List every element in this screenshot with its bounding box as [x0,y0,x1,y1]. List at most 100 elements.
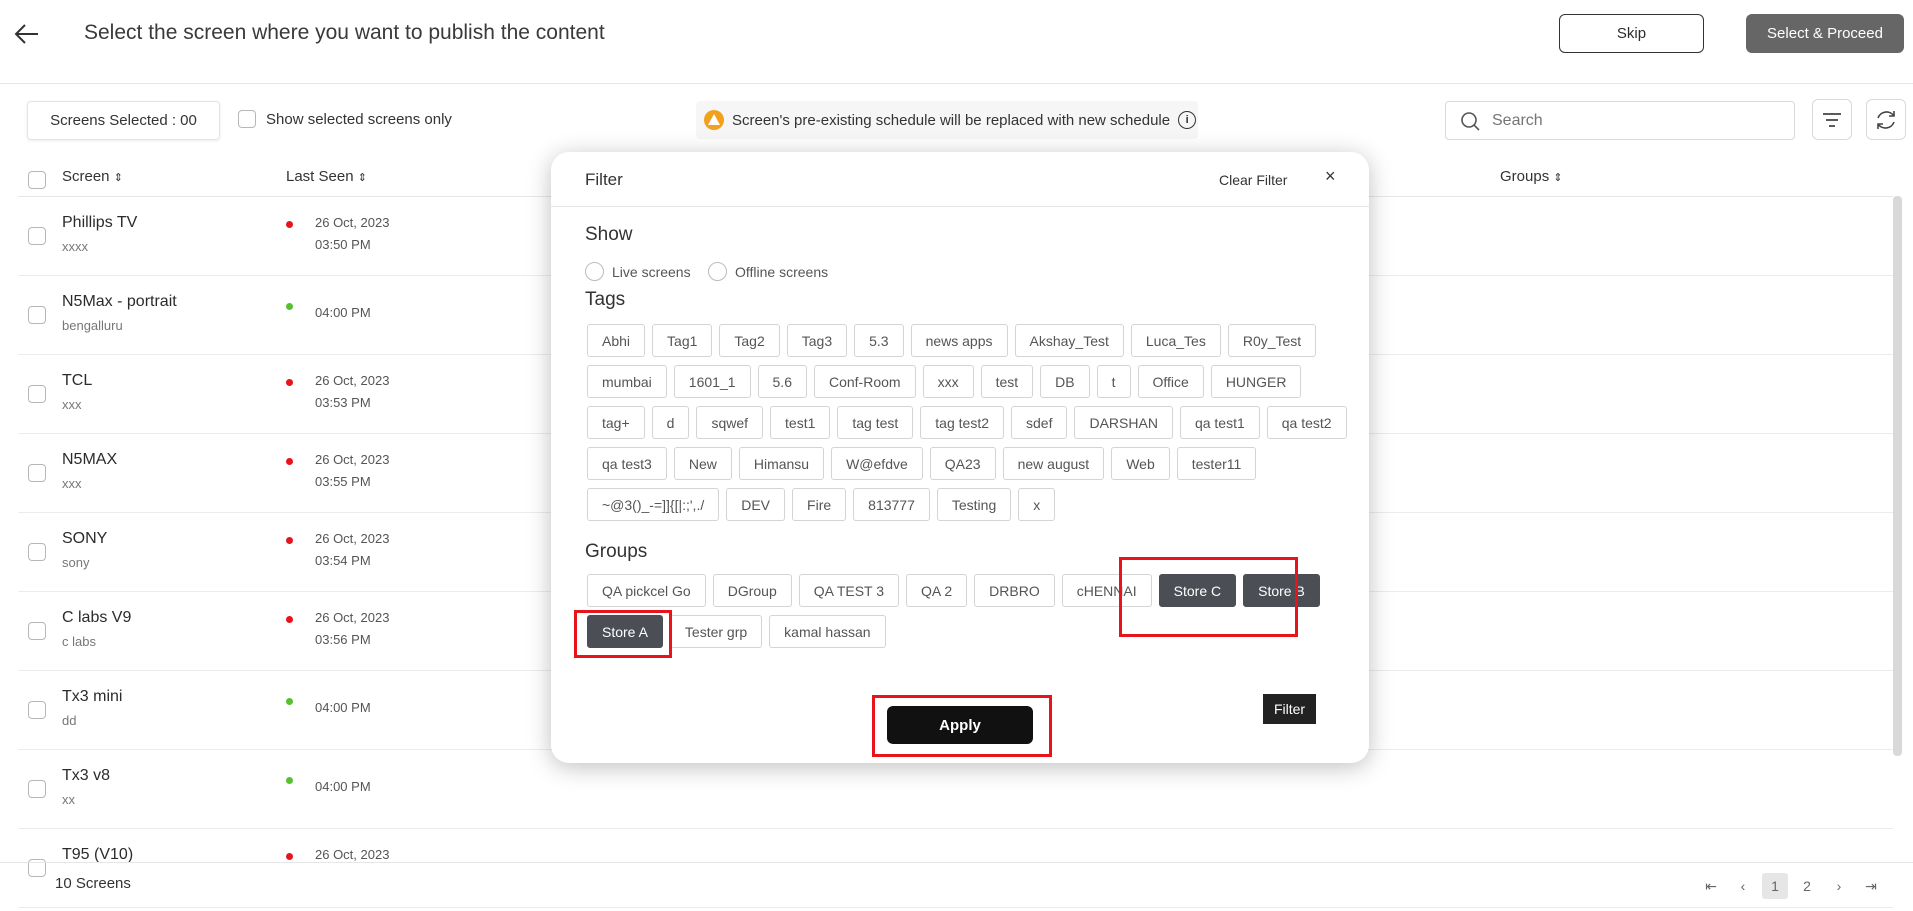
screen-name: Tx3 mini [62,688,123,705]
tag-chip[interactable]: tag test2 [920,406,1004,439]
group-chip[interactable]: DGroup [712,574,792,607]
tag-chip[interactable]: t [1096,365,1131,398]
skip-button[interactable]: Skip [1559,14,1704,53]
tag-chip[interactable]: sdef [1011,406,1068,439]
row-checkbox[interactable] [28,306,46,324]
group-chip[interactable]: Tester grp [669,615,763,648]
row-checkbox[interactable] [28,464,46,482]
tag-chip[interactable]: Tag1 [652,324,713,357]
search-input[interactable] [1492,111,1772,130]
page-1[interactable]: 1 [1762,873,1788,899]
tag-chip[interactable]: Akshay_Test [1014,324,1124,357]
tag-chip[interactable]: qa test2 [1266,406,1347,439]
tag-chip[interactable]: Conf-Room [813,365,916,398]
sort-icon: ⇕ [1553,172,1563,184]
filter-button[interactable] [1812,99,1852,140]
highlight-box-store-a [574,610,672,658]
refresh-button[interactable] [1866,99,1906,140]
filter-title: Filter [585,170,623,189]
column-screen[interactable]: Screen ⇕ [62,168,123,185]
tag-chip[interactable]: 813777 [853,488,930,521]
tag-chip[interactable]: test1 [770,406,831,439]
last-seen-time: 03:56 PM [315,632,371,647]
group-chip[interactable]: DRBRO [974,574,1055,607]
row-checkbox[interactable] [28,385,46,403]
tag-chip[interactable]: DEV [726,488,786,521]
sort-icon: ⇕ [357,172,367,184]
tag-chip[interactable]: HUNGER [1210,365,1302,398]
tag-chip[interactable]: Office [1137,365,1204,398]
row-checkbox[interactable] [28,622,46,640]
screen-name: N5MAX [62,451,118,468]
scrollbar[interactable] [1893,196,1902,756]
last-page-icon[interactable]: ⇥ [1858,873,1884,899]
tag-chip[interactable]: xxx [922,365,974,398]
status-dot [286,303,293,310]
tag-chip[interactable]: DARSHAN [1074,406,1173,439]
prev-page-icon[interactable]: ‹ [1730,873,1756,899]
live-screens-radio[interactable]: Live screens [585,262,691,281]
tag-chip[interactable]: test [980,365,1034,398]
tag-chip[interactable]: mumbai [587,365,667,398]
status-dot [286,537,293,544]
tag-chip[interactable]: Testing [936,488,1012,521]
tag-chip[interactable]: R0y_Test [1227,324,1317,357]
offline-screens-radio[interactable]: Offline screens [708,262,828,281]
show-selected-toggle[interactable]: Show selected screens only [238,110,452,128]
group-chip[interactable]: kamal hassan [769,615,886,648]
tag-chip[interactable]: 1601_1 [673,365,751,398]
groups-section-label: Groups [585,541,648,562]
show-selected-checkbox[interactable] [238,110,256,128]
tag-chip[interactable]: x [1018,488,1056,521]
clear-filter-button[interactable]: Clear Filter [1219,172,1287,188]
screen-location: xx [62,792,75,807]
tag-chip[interactable]: sqwef [696,406,764,439]
tag-chip[interactable]: qa test3 [587,447,667,480]
page-2[interactable]: 2 [1794,873,1820,899]
search-box[interactable] [1445,101,1795,140]
apply-button[interactable]: Apply [887,706,1033,744]
tag-chip[interactable]: tag test [837,406,914,439]
column-groups-label: Groups [1500,168,1550,185]
tag-chip[interactable]: Fire [792,488,847,521]
info-icon[interactable]: i [1178,111,1197,129]
row-checkbox[interactable] [28,780,46,798]
tag-chip[interactable]: Tag2 [719,324,780,357]
group-chip[interactable]: QA 2 [906,574,968,607]
back-arrow-icon[interactable] [14,22,40,46]
tag-chip[interactable]: New [673,447,732,480]
tag-chip[interactable]: ~@3()_-=]]{[|:;',./ [587,488,720,521]
tag-chip[interactable]: Himansu [738,447,825,480]
tag-chip[interactable]: news apps [910,324,1008,357]
first-page-icon[interactable]: ⇤ [1698,873,1724,899]
tag-chip[interactable]: DB [1040,365,1090,398]
row-checkbox[interactable] [28,227,46,245]
radio-circle[interactable] [585,262,604,281]
select-all-checkbox[interactable] [28,171,46,189]
row-checkbox[interactable] [28,543,46,561]
tag-chip[interactable]: d [651,406,690,439]
tag-chip[interactable]: Abhi [587,324,646,357]
select-proceed-button[interactable]: Select & Proceed [1746,14,1904,53]
tag-chip[interactable]: tester11 [1176,447,1257,480]
tag-chip[interactable]: qa test1 [1179,406,1260,439]
radio-circle[interactable] [708,262,727,281]
close-icon[interactable]: × [1325,166,1336,187]
group-chip[interactable]: QA pickcel Go [587,574,706,607]
tag-chip[interactable]: W@efdve [831,447,923,480]
tag-chip[interactable]: Web [1111,447,1170,480]
next-page-icon[interactable]: › [1826,873,1852,899]
tag-chip[interactable]: Luca_Tes [1130,324,1221,357]
tag-chip[interactable]: tag+ [587,406,645,439]
tag-chip[interactable]: 5.6 [757,365,807,398]
filter-icon [1823,112,1841,127]
tag-chip[interactable]: 5.3 [854,324,904,357]
group-chip[interactable]: QA TEST 3 [798,574,900,607]
tag-chip[interactable]: Tag3 [786,324,848,357]
column-groups[interactable]: Groups ⇕ [1500,168,1563,185]
tag-chip[interactable]: new august [1002,447,1105,480]
schedule-warning-banner: Screen's pre-existing schedule will be r… [696,101,1198,139]
row-checkbox[interactable] [28,701,46,719]
column-last-seen[interactable]: Last Seen ⇕ [286,168,367,185]
tag-chip[interactable]: QA23 [929,447,996,480]
